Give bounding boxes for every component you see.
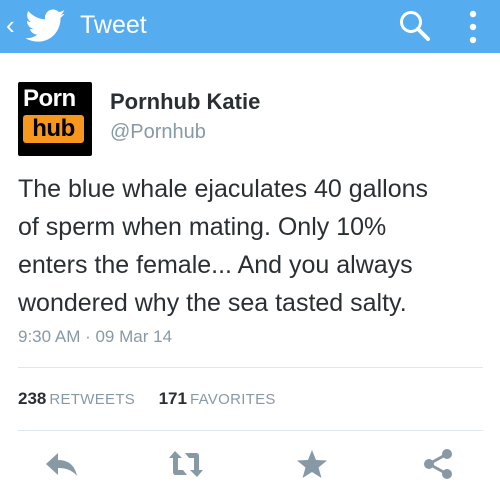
favorites-stat[interactable]: 171 FAVORITES bbox=[159, 389, 276, 408]
avatar-logo-badge: hub bbox=[23, 115, 84, 143]
retweets-stat[interactable]: 238 RETWEETS bbox=[18, 389, 140, 408]
app-bar-title: Tweet bbox=[80, 11, 147, 39]
retweets-label: RETWEETS bbox=[49, 391, 136, 408]
reply-icon[interactable] bbox=[44, 448, 80, 480]
divider bbox=[18, 430, 483, 431]
share-icon[interactable] bbox=[420, 448, 456, 480]
avatar-logo-bottom: hub bbox=[32, 115, 75, 142]
avatar[interactable]: Porn hub bbox=[18, 82, 92, 156]
tweet-text-line: of sperm when mating. Only 10% bbox=[18, 213, 387, 241]
author-display-name[interactable]: Pornhub Katie bbox=[110, 88, 260, 116]
favorites-count: 171 bbox=[158, 389, 187, 408]
tweet-text: The blue whale ejaculates 40 gallons of … bbox=[18, 170, 488, 322]
tweet-text-line: The blue whale ejaculates 40 gallons bbox=[18, 175, 428, 203]
divider bbox=[18, 367, 483, 368]
favorites-label: FAVORITES bbox=[189, 391, 276, 408]
app-bar: ‹ Tweet bbox=[0, 0, 500, 53]
twitter-bird-icon[interactable] bbox=[26, 9, 66, 43]
tweet-text-line: wondered why the sea tasted salty. bbox=[18, 289, 407, 317]
favorite-icon[interactable] bbox=[294, 448, 330, 480]
retweet-icon[interactable] bbox=[168, 448, 204, 480]
search-icon[interactable] bbox=[398, 9, 432, 43]
author-handle[interactable]: @Pornhub bbox=[110, 119, 206, 145]
overflow-menu-icon[interactable] bbox=[466, 8, 480, 46]
tweet-stats: 238 RETWEETS 171 FAVORITES bbox=[18, 387, 276, 412]
avatar-logo-top: Porn bbox=[23, 85, 76, 112]
tweet-text-line: enters the female... And you always bbox=[18, 251, 413, 279]
back-chevron-icon[interactable]: ‹ bbox=[6, 10, 15, 40]
retweets-count: 238 bbox=[18, 389, 47, 408]
tweet-timestamp: 9:30 AM · 09 Mar 14 bbox=[18, 327, 173, 346]
